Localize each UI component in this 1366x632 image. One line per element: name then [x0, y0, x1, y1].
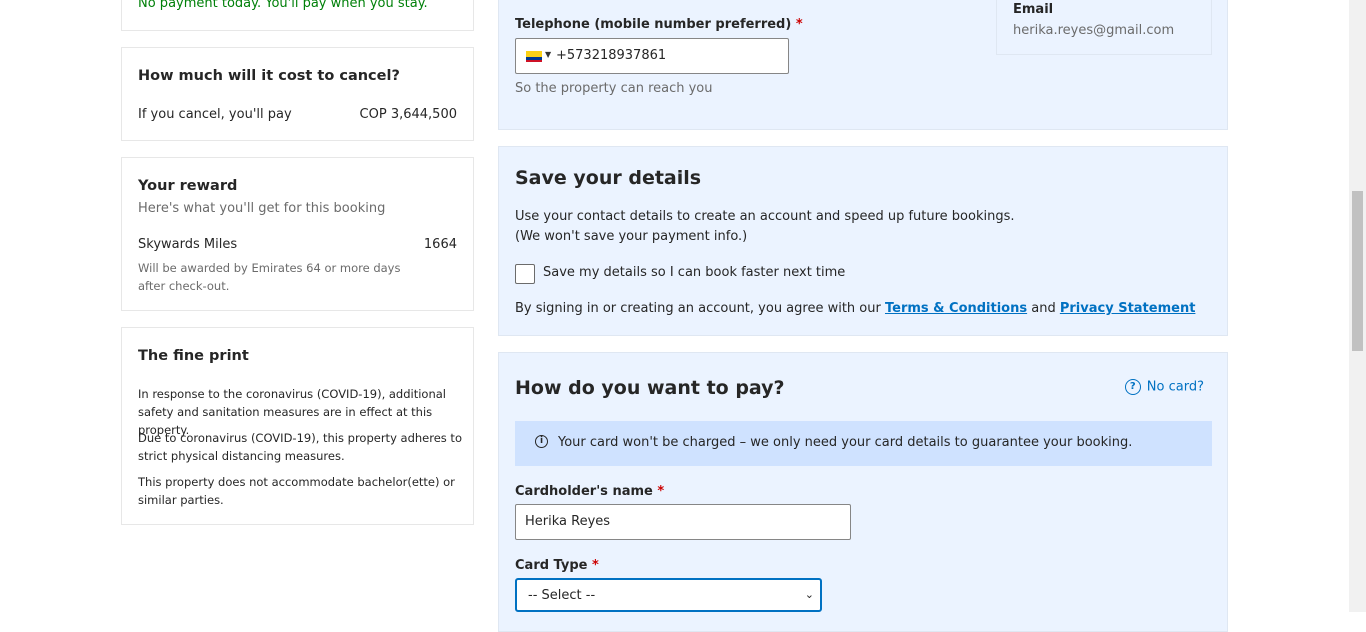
payment-panel: How do you want to pay? ? No card? i Your… — [498, 352, 1228, 632]
card-type-label-text: Card Type — [515, 558, 588, 573]
cardholder-value: Herika Reyes — [525, 514, 611, 529]
agreement-and: and — [1031, 301, 1056, 316]
contact-panel: Telephone (mobile number preferred) * ▼ … — [498, 0, 1228, 130]
required-mark: * — [657, 484, 665, 499]
help-icon[interactable]: ? — [1124, 379, 1141, 395]
cardholder-label: Cardholder's name * — [515, 484, 664, 499]
reward-note: Will be awarded by Emirates 64 or more d… — [138, 261, 401, 293]
scrollbar-thumb[interactable] — [1352, 191, 1363, 351]
reward-miles: 1664 — [423, 237, 457, 252]
save-details-panel: Save your details Use your contact detai… — [498, 146, 1228, 336]
reward-card: Your reward Here's what you'll get for t… — [121, 157, 474, 311]
payment-note: No payment today. You'll pay when you st… — [138, 0, 428, 11]
phone-input[interactable]: ▼ +573218937861 — [515, 38, 789, 74]
cardholder-input[interactable]: Herika Reyes — [515, 504, 851, 540]
payment-title: How do you want to pay? — [515, 377, 785, 399]
country-flag-icon[interactable] — [526, 51, 542, 62]
card-type-select[interactable]: -- Select -- ⌄ — [515, 578, 822, 612]
info-banner: i Your card won't be charged – we only n… — [515, 421, 1212, 466]
save-details-checkbox[interactable] — [515, 264, 535, 284]
fine-print-item: This property does not accommodate bache… — [138, 475, 455, 507]
reward-title: Your reward — [138, 178, 238, 194]
cancel-cost-title: How much will it cost to cancel? — [138, 68, 400, 84]
agreement-prefix: By signing in or creating an account, yo… — [515, 301, 881, 316]
chevron-down-icon[interactable]: ▼ — [545, 50, 551, 59]
email-summary-box: Email herika.reyes@gmail.com — [996, 0, 1212, 55]
privacy-link[interactable]: Privacy Statement — [1060, 301, 1196, 316]
cancel-cost-amount: COP 3,644,500 — [359, 107, 457, 122]
email-value: herika.reyes@gmail.com — [1013, 23, 1175, 38]
payment-note-card: No payment today. You'll pay when you st… — [121, 0, 474, 31]
reward-program: Skywards Miles — [138, 237, 238, 252]
phone-value: +573218937861 — [556, 48, 667, 63]
save-details-title: Save your details — [515, 167, 702, 189]
info-icon: i — [535, 435, 548, 448]
reward-subtitle: Here's what you'll get for this booking — [138, 201, 386, 216]
phone-label: Telephone (mobile number preferred) * — [515, 17, 803, 32]
cardholder-label-text: Cardholder's name — [515, 484, 653, 499]
save-details-line2: (We won't save your payment info.) — [515, 229, 748, 244]
chevron-down-icon[interactable]: ⌄ — [805, 588, 814, 601]
required-mark: * — [592, 558, 599, 573]
required-mark: * — [795, 17, 803, 32]
terms-link[interactable]: Terms & Conditions — [885, 301, 1027, 316]
no-card-button[interactable]: ? No card? — [1124, 379, 1204, 395]
fine-print-title: The fine print — [138, 348, 249, 364]
cancel-cost-label: If you cancel, you'll pay — [138, 107, 292, 122]
card-type-label: Card Type * — [515, 558, 599, 573]
no-card-label[interactable]: No card? — [1147, 380, 1204, 395]
phone-hint: So the property can reach you — [515, 81, 713, 96]
agreement-text: By signing in or creating an account, yo… — [515, 301, 1195, 316]
fine-print-card: The fine print In response to the corona… — [121, 327, 474, 525]
card-type-selected: -- Select -- — [528, 588, 596, 603]
email-label: Email — [1013, 2, 1054, 17]
cancel-cost-card: How much will it cost to cancel? If you … — [121, 47, 474, 141]
save-details-checkbox-label[interactable]: Save my details so I can book faster nex… — [543, 265, 845, 280]
page-scrollbar[interactable] — [1349, 0, 1366, 612]
info-text: Your card won't be charged – we only nee… — [558, 435, 1133, 450]
phone-label-text: Telephone (mobile number preferred) — [515, 17, 792, 32]
fine-print-item: Due to coronavirus (COVID-19), this prop… — [138, 431, 462, 463]
save-details-line1: Use your contact details to create an ac… — [515, 209, 1015, 224]
